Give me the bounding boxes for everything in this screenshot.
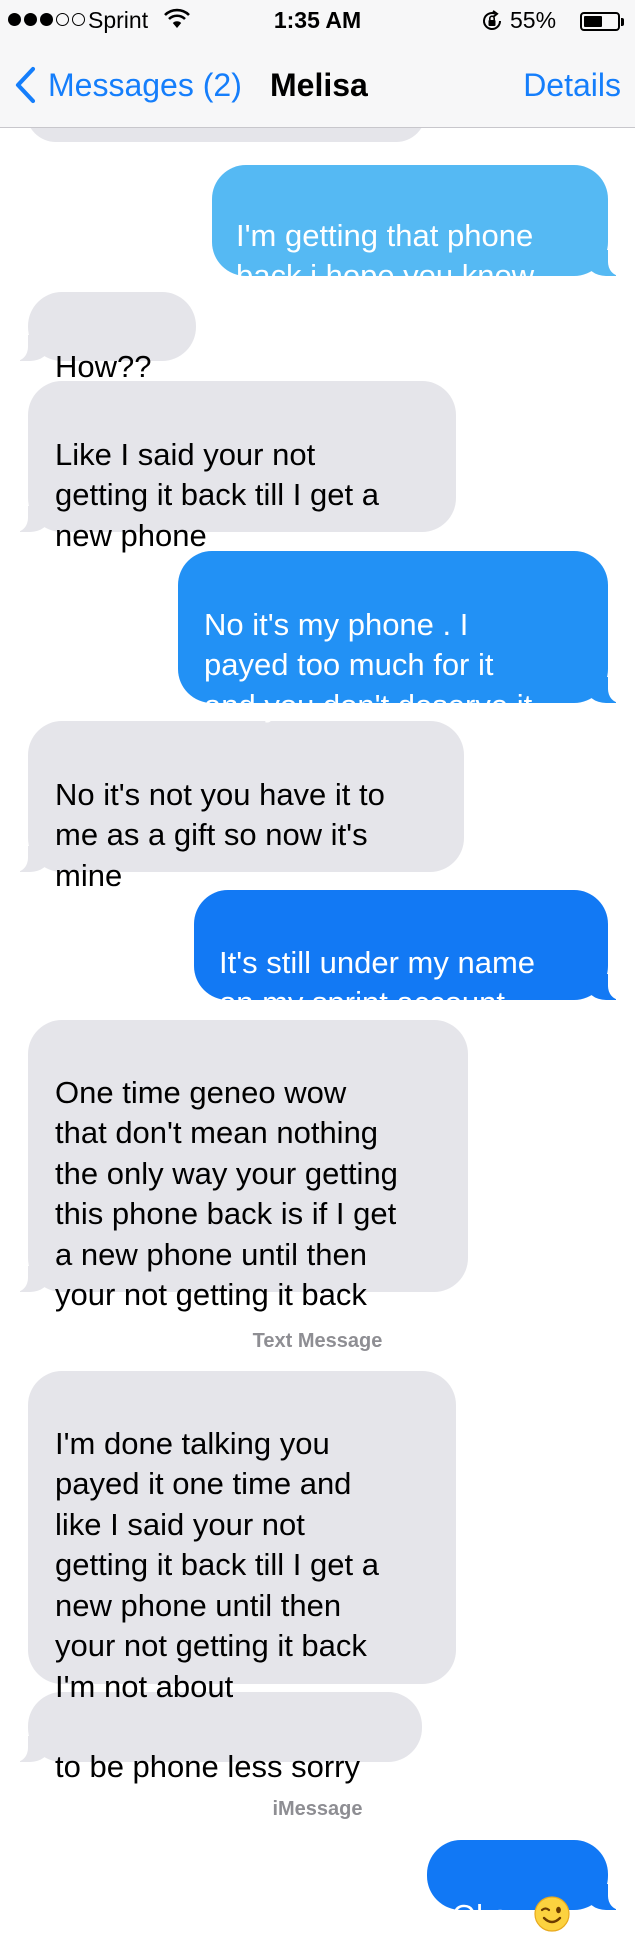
battery-percentage: 55% <box>510 7 557 33</box>
message-bubble-outgoing[interactable]: It's still under my name on my sprint ac… <box>194 890 628 1020</box>
conversation-title: Melisa <box>270 66 368 103</box>
message-text: It's still under my name on my sprint ac… <box>219 944 536 1021</box>
service-label-imessage: iMessage <box>272 1798 363 1820</box>
navigation-bar: Messages (2) Melisa Details <box>0 42 635 128</box>
status-bar: Sprint 1:35 AM 55% <box>0 0 635 42</box>
message-bubble-incoming[interactable]: One time geneo wow that don't mean nothi… <box>8 1020 468 1312</box>
message-bubble-incoming[interactable]: Like I said your not getting it back til… <box>8 381 456 553</box>
message-bubble-partial <box>26 128 426 142</box>
message-text: No it's not you have it to me as a gift … <box>55 776 385 893</box>
message-text: No it's my phone . I payed too much for … <box>204 606 533 723</box>
message-text: Like I said your not getting it back til… <box>55 436 379 553</box>
service-label-text-message: Text Message <box>252 1330 383 1352</box>
back-button[interactable]: Messages (2) <box>14 42 242 128</box>
message-bubble-outgoing[interactable]: No it's my phone . I payed too much for … <box>178 551 628 723</box>
chevron-left-icon <box>14 66 36 104</box>
message-text: I'm done talking you payed it one time a… <box>55 1425 379 1704</box>
back-button-label: Messages (2) <box>48 66 242 103</box>
message-text: One time geneo wow that don't mean nothi… <box>55 1074 398 1313</box>
message-bubble-incoming[interactable]: I'm done talking you payed it one time a… <box>28 1371 456 1704</box>
message-bubble-incoming[interactable]: No it's not you have it to me as a gift … <box>8 721 464 893</box>
message-bubble-outgoing[interactable]: Okay <box>427 1840 628 1933</box>
message-text: to be phone less sorry <box>55 1748 361 1784</box>
details-button[interactable]: Details <box>523 42 621 128</box>
message-text: I'm getting that phone back i hope you k… <box>236 217 535 294</box>
winking-face-icon <box>534 1895 570 1935</box>
battery-tip <box>621 18 624 26</box>
messages-screen: Sprint 1:35 AM 55% Messages (2) Melisa D… <box>0 0 635 1935</box>
message-bubble-outgoing[interactable]: I'm getting that phone back i hope you k… <box>212 165 628 293</box>
message-text: How?? <box>55 348 152 384</box>
message-bubble-incoming[interactable]: How?? <box>8 292 196 384</box>
battery-icon <box>580 12 620 31</box>
message-text: Okay <box>452 1897 525 1933</box>
orientation-lock-icon <box>480 9 504 39</box>
conversation-thread[interactable]: I'm getting that phone back i hope you k… <box>0 128 635 1935</box>
